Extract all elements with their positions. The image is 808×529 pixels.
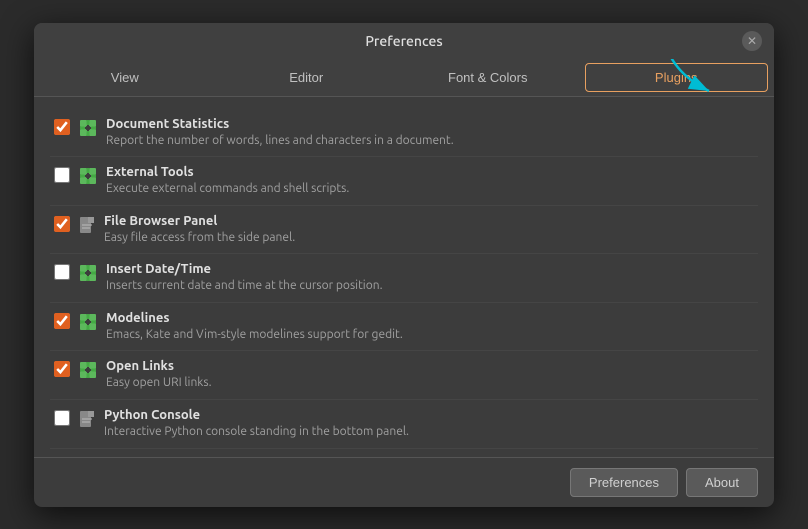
preferences-dialog: Preferences ✕ View Editor Font & Colors … bbox=[34, 23, 774, 507]
tab-font-colors[interactable]: Font & Colors bbox=[397, 59, 579, 96]
plugin-desc: Inserts current date and time at the cur… bbox=[106, 278, 754, 294]
dialog-title: Preferences bbox=[365, 33, 442, 49]
file-browser-checkbox[interactable] bbox=[54, 216, 70, 232]
tab-plugins[interactable]: Plugins bbox=[585, 63, 769, 92]
file-icon bbox=[78, 215, 96, 235]
plugin-name: Open Links bbox=[106, 359, 754, 373]
file-icon bbox=[78, 409, 96, 429]
external-tools-checkbox[interactable] bbox=[54, 167, 70, 183]
plugin-desc: Interactive Python console standing in t… bbox=[104, 424, 754, 440]
modelines-checkbox[interactable] bbox=[54, 313, 70, 329]
puzzle-icon bbox=[78, 360, 98, 380]
open-links-checkbox[interactable] bbox=[54, 361, 70, 377]
plugin-desc: Easy open URI links. bbox=[106, 375, 754, 391]
close-button[interactable]: ✕ bbox=[742, 31, 762, 51]
plugin-desc: Report the number of words, lines and ch… bbox=[106, 133, 754, 149]
plugin-name: Insert Date/Time bbox=[106, 262, 754, 276]
list-item: Quick Highlight Highlights every occurre… bbox=[50, 449, 758, 457]
puzzle-icon bbox=[78, 166, 98, 186]
plugin-desc: Execute external commands and shell scri… bbox=[106, 181, 754, 197]
document-statistics-checkbox[interactable] bbox=[54, 119, 70, 135]
dialog-footer: Preferences About bbox=[34, 457, 774, 507]
list-item: Insert Date/Time Inserts current date an… bbox=[50, 254, 758, 303]
plugin-name: Python Console bbox=[104, 408, 754, 422]
list-item: Document Statistics Report the number of… bbox=[50, 109, 758, 158]
about-button[interactable]: About bbox=[686, 468, 758, 497]
plugin-name: External Tools bbox=[106, 165, 754, 179]
python-console-checkbox[interactable] bbox=[54, 410, 70, 426]
plugin-desc: Easy file access from the side panel. bbox=[104, 230, 754, 246]
list-item: Python Console Interactive Python consol… bbox=[50, 400, 758, 449]
list-item: File Browser Panel Easy file access from… bbox=[50, 206, 758, 255]
puzzle-icon bbox=[78, 312, 98, 332]
plugins-list: Document Statistics Report the number of… bbox=[34, 97, 774, 457]
plugin-name: Document Statistics bbox=[106, 117, 754, 131]
plugin-name: File Browser Panel bbox=[104, 214, 754, 228]
preferences-button[interactable]: Preferences bbox=[570, 468, 678, 497]
insert-datetime-checkbox[interactable] bbox=[54, 264, 70, 280]
list-item: External Tools Execute external commands… bbox=[50, 157, 758, 206]
puzzle-icon bbox=[78, 263, 98, 283]
puzzle-icon bbox=[78, 118, 98, 138]
tab-view[interactable]: View bbox=[34, 59, 216, 96]
list-item: Modelines Emacs, Kate and Vim-style mode… bbox=[50, 303, 758, 352]
list-item: Open Links Easy open URI links. bbox=[50, 351, 758, 400]
plugin-name: Modelines bbox=[106, 311, 754, 325]
tab-editor[interactable]: Editor bbox=[216, 59, 398, 96]
tab-bar: View Editor Font & Colors Plugins bbox=[34, 59, 774, 97]
plugin-desc: Emacs, Kate and Vim-style modelines supp… bbox=[106, 327, 754, 343]
title-bar: Preferences ✕ bbox=[34, 23, 774, 59]
